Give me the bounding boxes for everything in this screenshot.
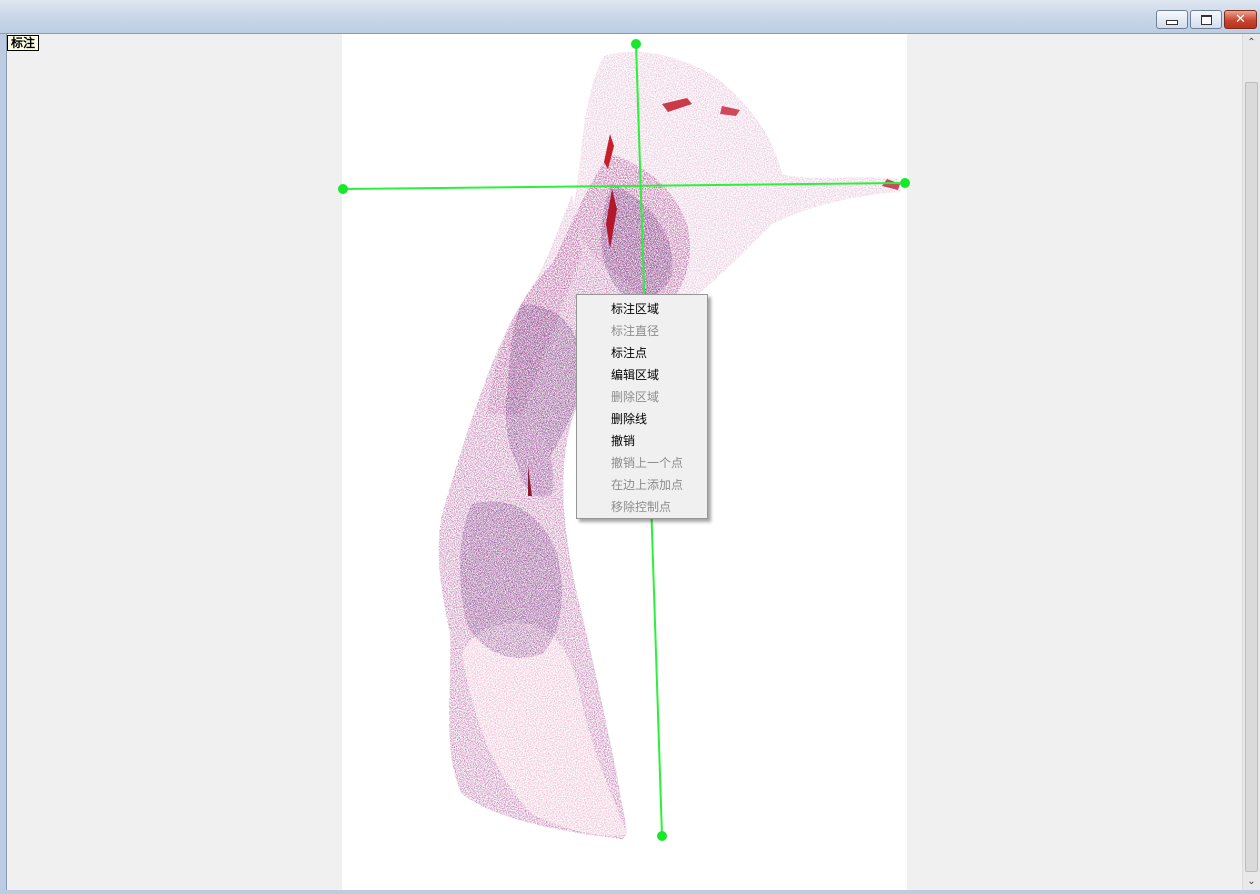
control-point-right[interactable] xyxy=(900,178,910,188)
control-point-bottom[interactable] xyxy=(657,831,667,841)
scroll-thumb[interactable] xyxy=(1245,82,1258,872)
close-icon: ✕ xyxy=(1235,12,1246,27)
restore-icon xyxy=(1200,14,1212,25)
menu-item-edit-region[interactable]: 编辑区域 xyxy=(577,364,707,386)
minimize-icon xyxy=(1166,20,1178,25)
maximize-button[interactable] xyxy=(1190,10,1222,29)
chevron-down-icon: ⌄ xyxy=(1247,876,1256,887)
menu-item-annotate-region[interactable]: 标注区域 xyxy=(577,298,707,320)
menu-item-annotate-diameter[interactable]: 标注直径 xyxy=(577,320,707,342)
menu-item-remove-control-point[interactable]: 移除控制点 xyxy=(577,496,707,518)
scroll-down-button[interactable]: ⌄ xyxy=(1243,873,1260,890)
menu-item-add-point-on-edge[interactable]: 在边上添加点 xyxy=(577,474,707,496)
menu-item-delete-line[interactable]: 删除线 xyxy=(577,408,707,430)
control-point-left[interactable] xyxy=(338,184,348,194)
annotate-tab[interactable]: 标注 xyxy=(7,35,40,51)
menu-item-delete-region[interactable]: 删除区域 xyxy=(577,386,707,408)
window-titlebar[interactable]: ✕ xyxy=(0,0,1260,34)
menu-item-annotate-point[interactable]: 标注点 xyxy=(577,342,707,364)
scroll-up-button[interactable]: ⌃ xyxy=(1243,34,1260,51)
close-button[interactable]: ✕ xyxy=(1224,10,1257,29)
window-frame-bottom xyxy=(0,890,1260,894)
vertical-scrollbar[interactable]: ⌃ ⌄ xyxy=(1242,34,1260,890)
control-point-top[interactable] xyxy=(631,39,641,49)
context-menu: 标注区域 标注直径 标注点 编辑区域 删除区域 删除线 撤销 撤销上一个点 在边… xyxy=(576,294,708,519)
minimize-button[interactable] xyxy=(1156,10,1188,29)
menu-item-undo[interactable]: 撤销 xyxy=(577,430,707,452)
window-frame-left xyxy=(0,34,7,894)
chevron-up-icon: ⌃ xyxy=(1247,37,1256,48)
menu-item-undo-last-point[interactable]: 撤销上一个点 xyxy=(577,452,707,474)
